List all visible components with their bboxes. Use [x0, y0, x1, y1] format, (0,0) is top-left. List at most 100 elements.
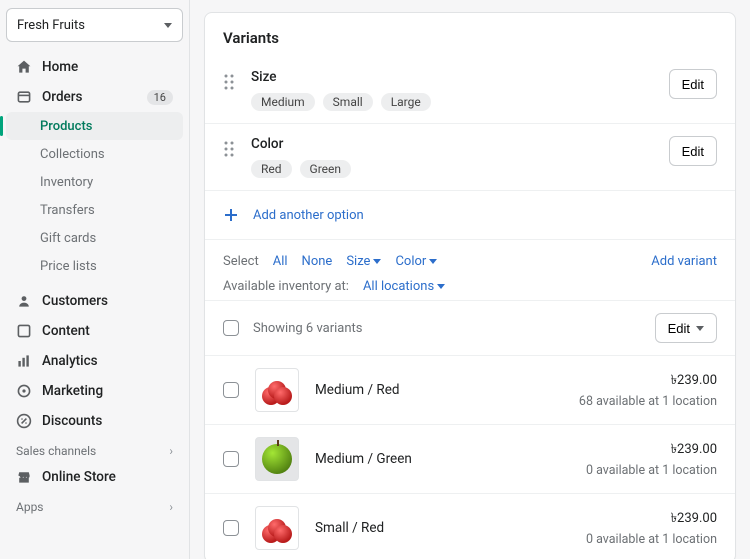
nav-label: Transfers — [40, 203, 95, 218]
analytics-icon — [16, 353, 32, 369]
option-value-chip: Large — [381, 93, 431, 111]
chevron-right-icon: › — [169, 444, 173, 458]
sidebar-item-content[interactable]: Content — [6, 316, 183, 346]
variant-title: Small / Red — [315, 520, 570, 536]
variant-thumbnail[interactable] — [255, 437, 299, 481]
option-row-color: Color Red Green Edit — [205, 124, 735, 191]
variant-price: ৳239.00 — [579, 371, 717, 392]
sidebar-item-online-store[interactable]: Online Store — [6, 462, 183, 492]
apple-red-icon — [260, 513, 294, 543]
option-value-chip: Red — [251, 160, 292, 178]
nav-label: Orders — [42, 89, 137, 105]
chevron-down-icon — [437, 284, 445, 289]
add-option-label: Add another option — [253, 208, 364, 223]
select-all-checkbox[interactable] — [223, 320, 239, 336]
content-icon — [16, 323, 32, 339]
sidebar-item-home[interactable]: Home — [6, 52, 183, 82]
sidebar-item-giftcards[interactable]: Gift cards — [6, 224, 183, 252]
chevron-down-icon — [164, 23, 172, 28]
variant-price: ৳239.00 — [586, 440, 717, 461]
nav-label: Home — [42, 59, 173, 75]
edit-option-button[interactable]: Edit — [669, 69, 717, 99]
add-option-button[interactable]: Add another option — [205, 191, 735, 240]
apple-red-icon — [260, 375, 294, 405]
home-icon — [16, 59, 32, 75]
variant-title: Medium / Red — [315, 382, 563, 398]
nav-label: Online Store — [42, 469, 173, 485]
variant-thumbnail[interactable] — [255, 368, 299, 412]
filter-color[interactable]: Color — [395, 254, 437, 269]
select-none[interactable]: None — [302, 254, 333, 269]
bulk-edit-button[interactable]: Edit — [655, 313, 717, 343]
apps-header[interactable]: Apps › — [6, 492, 183, 518]
main-content: Variants Size Medium Small Large Edit Co… — [190, 0, 750, 559]
chevron-right-icon: › — [169, 500, 173, 514]
nav-label: Customers — [42, 293, 173, 309]
person-icon — [16, 293, 32, 309]
option-row-size: Size Medium Small Large Edit — [205, 57, 735, 124]
nav-label: Collections — [40, 147, 105, 162]
sales-channels-header[interactable]: Sales channels › — [6, 436, 183, 462]
sidebar-item-orders[interactable]: Orders 16 — [6, 82, 183, 112]
nav-label: Discounts — [42, 413, 173, 429]
orders-icon — [16, 89, 32, 105]
variant-stock: 68 available at 1 location — [579, 394, 717, 409]
store-selector[interactable]: Fresh Fruits — [6, 8, 183, 42]
marketing-icon — [16, 383, 32, 399]
store-icon — [16, 469, 32, 485]
variant-filters: Select All None Size Color Add variant A… — [205, 240, 735, 301]
discounts-icon — [16, 413, 32, 429]
select-label: Select — [223, 254, 259, 269]
add-variant-link[interactable]: Add variant — [651, 254, 717, 269]
variant-stock: 0 available at 1 location — [586, 463, 717, 478]
store-name: Fresh Fruits — [17, 18, 85, 33]
sidebar-item-discounts[interactable]: Discounts — [6, 406, 183, 436]
showing-label: Showing 6 variants — [253, 321, 641, 336]
sidebar-item-analytics[interactable]: Analytics — [6, 346, 183, 376]
variant-price: ৳239.00 — [586, 509, 717, 530]
sidebar-item-customers[interactable]: Customers — [6, 286, 183, 316]
card-title: Variants — [205, 13, 735, 57]
sidebar-item-marketing[interactable]: Marketing — [6, 376, 183, 406]
plus-icon — [223, 207, 239, 223]
drag-handle-icon[interactable] — [223, 69, 237, 91]
option-name: Color — [251, 136, 655, 152]
variant-checkbox[interactable] — [223, 520, 239, 536]
select-all[interactable]: All — [273, 254, 288, 269]
option-name: Size — [251, 69, 655, 85]
variant-stock: 0 available at 1 location — [586, 532, 717, 547]
filter-size[interactable]: Size — [346, 254, 381, 269]
chevron-down-icon — [429, 259, 437, 264]
orders-badge: 16 — [147, 90, 173, 105]
nav-label: Gift cards — [40, 231, 96, 246]
nav-label: Products — [40, 119, 92, 134]
sidebar-item-products[interactable]: Products — [6, 112, 183, 140]
sidebar-item-transfers[interactable]: Transfers — [6, 196, 183, 224]
variant-row[interactable]: Medium / Red ৳239.00 68 available at 1 l… — [205, 356, 735, 425]
variant-row[interactable]: Medium / Green ৳239.00 0 available at 1 … — [205, 425, 735, 494]
variant-checkbox[interactable] — [223, 382, 239, 398]
section-label: Apps — [16, 500, 44, 514]
section-label: Sales channels — [16, 444, 96, 458]
nav-label: Analytics — [42, 353, 173, 369]
locations-select[interactable]: All locations — [363, 279, 445, 294]
variant-checkbox[interactable] — [223, 451, 239, 467]
edit-option-button[interactable]: Edit — [669, 136, 717, 166]
option-value-chip: Medium — [251, 93, 315, 111]
sidebar-item-collections[interactable]: Collections — [6, 140, 183, 168]
nav-label: Marketing — [42, 383, 173, 399]
sidebar-item-inventory[interactable]: Inventory — [6, 168, 183, 196]
option-value-chip: Small — [323, 93, 373, 111]
nav-label: Inventory — [40, 175, 93, 190]
drag-handle-icon[interactable] — [223, 136, 237, 158]
chevron-down-icon — [373, 259, 381, 264]
nav-label: Content — [42, 323, 173, 339]
variant-title: Medium / Green — [315, 451, 570, 467]
variant-thumbnail[interactable] — [255, 506, 299, 550]
sidebar: Fresh Fruits Home Orders 16 Products Col… — [0, 0, 190, 559]
variants-card: Variants Size Medium Small Large Edit Co… — [204, 12, 736, 559]
apple-green-icon — [262, 444, 292, 474]
chevron-down-icon — [696, 326, 704, 331]
variant-row[interactable]: Small / Red ৳239.00 0 available at 1 loc… — [205, 494, 735, 559]
sidebar-item-pricelists[interactable]: Price lists — [6, 252, 183, 280]
